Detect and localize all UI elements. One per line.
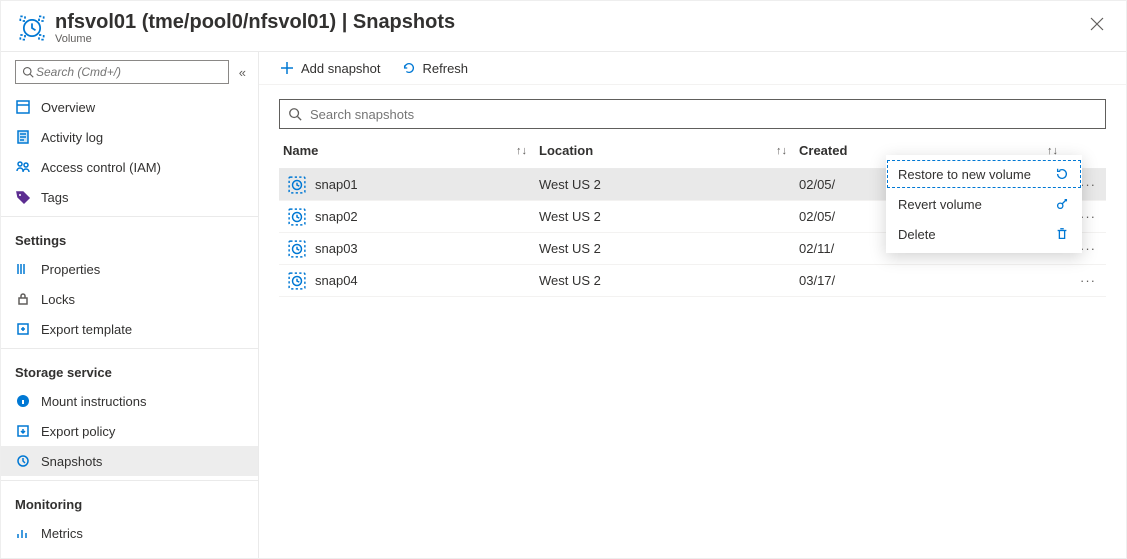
sidebar-section-monitoring: Monitoring [1, 485, 258, 518]
table-row[interactable]: snap04 West US 203/17/··· [279, 265, 1106, 297]
snapshot-created: 03/17/ [799, 273, 1070, 288]
sidebar: « Overview Activity log Access control (IA… [1, 52, 259, 558]
sidebar-item-label: Locks [41, 292, 75, 307]
sidebar-section-settings: Settings [1, 221, 258, 254]
sidebar-item-label: Mount instructions [41, 394, 147, 409]
snapshot-location: West US 2 [539, 209, 799, 224]
sidebar-item-label: Properties [41, 262, 100, 277]
refresh-icon [401, 60, 417, 76]
snapshot-icon [287, 175, 307, 195]
search-icon [288, 107, 302, 121]
row-context-menu: Restore to new volume Revert volume Dele… [886, 155, 1082, 253]
snapshot-location: West US 2 [539, 241, 799, 256]
column-header-location[interactable]: Location↑↓ [539, 143, 799, 158]
sidebar-item-access-control-iam-[interactable]: Access control (IAM) [1, 152, 258, 182]
ctx-revert-volume[interactable]: Revert volume [886, 189, 1082, 219]
refresh-button[interactable]: Refresh [401, 60, 469, 76]
column-header-name[interactable]: Name↑↓ [279, 143, 539, 158]
sidebar-item-properties[interactable]: Properties [1, 254, 258, 284]
export-template-icon [15, 321, 31, 337]
info-icon [15, 393, 31, 409]
sidebar-item-label: Metrics [41, 526, 83, 541]
activity-log-icon [15, 129, 31, 145]
sidebar-item-label: Activity log [41, 130, 103, 145]
sidebar-search[interactable] [15, 60, 229, 84]
snapshot-icon [287, 207, 307, 227]
refresh-label: Refresh [423, 61, 469, 76]
locks-icon [15, 291, 31, 307]
sidebar-item-locks[interactable]: Locks [1, 284, 258, 314]
collapse-sidebar-button[interactable]: « [237, 63, 248, 82]
snapshot-name: snap03 [315, 241, 358, 256]
add-snapshot-label: Add snapshot [301, 61, 381, 76]
snapshot-name: snap04 [315, 273, 358, 288]
page-subtitle: Volume [55, 33, 455, 45]
sidebar-section-storage-service: Storage service [1, 353, 258, 386]
row-actions-button[interactable]: ··· [1070, 273, 1106, 288]
command-bar: Add snapshot Refresh [259, 52, 1126, 85]
sidebar-search-input[interactable] [34, 64, 222, 80]
sidebar-item-tags[interactable]: Tags [1, 182, 258, 212]
page-title: nfsvol01 (tme/pool0/nfsvol01) | Snapshot… [55, 11, 455, 33]
sidebar-item-export-policy[interactable]: Export policy [1, 416, 258, 446]
revert-icon [1054, 196, 1070, 212]
snapshot-icon [287, 271, 307, 291]
blade-header: nfsvol01 (tme/pool0/nfsvol01) | Snapshot… [1, 1, 1126, 52]
sort-icon: ↑↓ [516, 145, 527, 157]
metrics-icon [15, 525, 31, 541]
sidebar-item-label: Export policy [41, 424, 115, 439]
sidebar-item-metrics[interactable]: Metrics [1, 518, 258, 548]
ctx-restore-to-new-volume[interactable]: Restore to new volume [886, 159, 1082, 189]
access-control-icon [15, 159, 31, 175]
snapshot-name: snap02 [315, 209, 358, 224]
sort-icon: ↑↓ [776, 145, 787, 157]
sidebar-item-overview[interactable]: Overview [1, 92, 258, 122]
snapshot-icon [15, 453, 31, 469]
sidebar-item-mount-instructions[interactable]: Mount instructions [1, 386, 258, 416]
snapshot-location: West US 2 [539, 177, 799, 192]
export-policy-icon [15, 423, 31, 439]
sidebar-item-export-template[interactable]: Export template [1, 314, 258, 344]
delete-icon [1054, 226, 1070, 242]
properties-icon [15, 261, 31, 277]
tags-icon [15, 189, 31, 205]
snapshot-search[interactable] [279, 99, 1106, 129]
sidebar-item-snapshots[interactable]: Snapshots [1, 446, 258, 476]
volume-clock-icon [15, 11, 49, 45]
main-pane: Add snapshot Refresh Name [259, 52, 1126, 558]
sidebar-item-label: Snapshots [41, 454, 102, 469]
snapshot-icon [287, 239, 307, 259]
sidebar-item-label: Export template [41, 322, 132, 337]
add-snapshot-button[interactable]: Add snapshot [279, 60, 381, 76]
search-icon [22, 66, 34, 78]
sidebar-item-activity-log[interactable]: Activity log [1, 122, 258, 152]
close-button[interactable] [1084, 11, 1110, 40]
snapshot-name: snap01 [315, 177, 358, 192]
sidebar-item-label: Tags [41, 190, 68, 205]
snapshot-search-input[interactable] [308, 106, 1097, 123]
overview-icon [15, 99, 31, 115]
plus-icon [279, 60, 295, 76]
snapshot-location: West US 2 [539, 273, 799, 288]
restore-icon [1054, 166, 1070, 182]
sidebar-item-label: Overview [41, 100, 95, 115]
ctx-delete[interactable]: Delete [886, 219, 1082, 249]
sidebar-item-label: Access control (IAM) [41, 160, 161, 175]
